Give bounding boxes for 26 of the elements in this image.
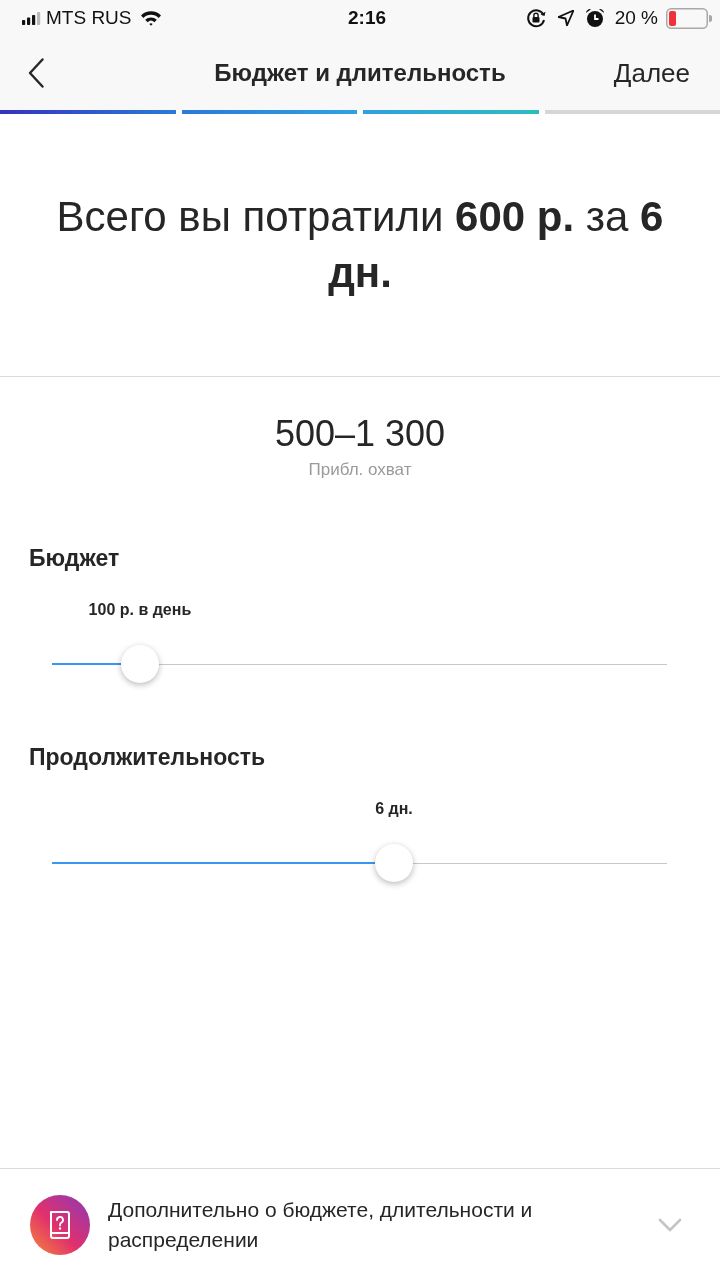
location-arrow-icon [557,10,574,26]
signal-icon [22,11,41,25]
carrier-name: MTS RUS [46,7,132,29]
slider-value-label: 100 р. в день [88,600,192,620]
next-button[interactable]: Далее [613,58,690,88]
reach-value: 500–1 300 [274,413,446,455]
battery-icon [666,7,712,29]
back-button[interactable] [28,58,44,88]
status-time: 2:16 [348,7,386,29]
wifi-icon [139,10,162,26]
section-title: Бюджет [29,544,120,572]
battery-percent: 20 % [614,7,658,29]
more-info-text: Дополнительно о бюджете, длительности и распределении [108,1196,534,1253]
slider-thumb[interactable] [120,645,159,683]
more-info-row[interactable]: Дополнительно о бюджете, длительности и распределении [0,1168,720,1280]
slider-thumb[interactable] [374,844,413,882]
slider-value-label: 6 дн. [375,799,413,819]
screen-title: Бюджет и длительность [214,58,506,88]
chevron-down-icon [658,1217,682,1232]
help-book-icon [30,1194,90,1255]
alarm-clock-icon [584,8,605,28]
rotation-lock-icon [524,7,547,29]
section-title: Продолжительность [29,743,266,771]
back-chevron-icon [28,58,44,88]
reach-label: Прибл. охват [308,460,412,480]
spend-summary: Всего вы потратили 600 р. за 6 дн. [55,192,665,298]
